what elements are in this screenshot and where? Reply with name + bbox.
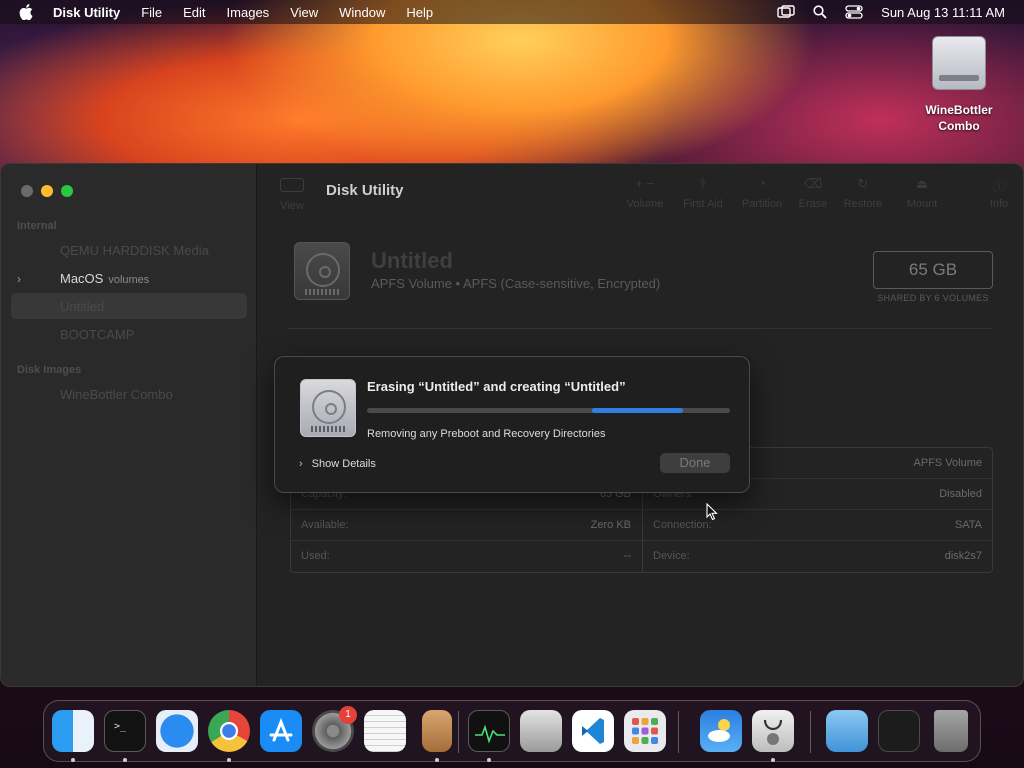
dock: >_ 1 [43,700,981,762]
chevron-right-icon: › [299,458,303,470]
app-store-icon[interactable] [260,710,302,752]
zoom-button[interactable] [61,185,73,197]
dialog-status-text: Removing any Preboot and Recovery Direct… [367,428,606,440]
desktop-icon-winebottler[interactable]: WineBottler Combo [918,36,1000,134]
stethoscope-icon: ⚕ [699,176,707,191]
erase-progress-dialog: Erasing “Untitled” and creating “Untitle… [274,356,750,493]
info-row-available: Available: Zero KB [291,510,641,541]
info-button[interactable]: ⓘ Info [974,176,1023,210]
done-button[interactable]: Done [660,453,730,473]
external-drive-icon [932,36,986,90]
volume-name: Untitled [371,248,453,273]
menu-window[interactable]: Window [339,5,385,20]
launchpad-icon[interactable] [624,710,666,752]
recent-window-thumbnail-icon[interactable] [878,710,920,752]
activity-monitor-icon[interactable] [468,710,510,752]
menu-edit[interactable]: Edit [183,5,205,20]
menu-bar: Disk Utility File Edit Images View Windo… [0,0,1024,24]
mount-icon: ⏏ [915,176,929,191]
progress-bar-fill [592,408,683,413]
disclosure-chevron-icon[interactable]: › [17,272,21,286]
menu-bar-clock[interactable]: Sun Aug 13 11:11 AM [881,5,1005,20]
first-aid-button[interactable]: ⚕ First Aid [678,176,728,210]
info-row-device: Device: disk2s7 [653,550,982,562]
volume-description: APFS Volume • APFS (Case-sensitive, Encr… [371,276,661,291]
applications-folder-icon[interactable] [826,710,868,752]
apple-menu-icon[interactable] [17,4,35,20]
dialog-heading: Erasing “Untitled” and creating “Untitle… [367,379,626,394]
archive-utility-icon[interactable] [422,710,452,752]
partition-icon: ◔ [758,176,766,191]
window-title: Disk Utility [326,182,404,199]
sidebar-item-untitled[interactable]: Untitled [60,299,104,314]
menu-app-name[interactable]: Disk Utility [53,5,120,20]
menu-view[interactable]: View [290,5,318,20]
svg-text:>_: >_ [114,721,127,732]
window-controls [21,185,81,197]
view-toggle-button[interactable] [280,178,304,192]
notification-badge: 1 [339,706,357,724]
volume-button[interactable]: + − Volume [620,176,670,210]
chrome-icon[interactable] [208,710,250,752]
sidebar-item-bootcamp[interactable]: BOOTCAMP [60,327,134,342]
toolbar: View Disk Utility + − Volume ⚕ First Aid ◔… [258,164,1023,218]
partition-button[interactable]: ◔ Partition [737,176,787,210]
minimize-button[interactable] [41,185,53,197]
info-row-connection: Connection: SATA [643,510,992,541]
sidebar-section-internal: Internal [17,220,57,232]
restore-button[interactable]: ↻ Restore [838,176,888,210]
sidebar-selection-highlight [11,293,247,319]
hard-disk-icon [300,379,356,437]
sidebar-section-disk-images: Disk Images [17,364,82,376]
menu-help[interactable]: Help [406,5,433,20]
vscode-icon[interactable] [572,710,614,752]
desktop-icon-label: WineBottler Combo [925,103,993,133]
menu-images[interactable]: Images [227,5,270,20]
erase-icon: ⌫ [803,176,823,191]
volume-size: 65 GB [873,251,993,289]
menu-file[interactable]: File [141,5,162,20]
safari-icon[interactable] [156,710,198,752]
restore-icon: ↻ [857,176,869,191]
volume-disk-icon [294,242,350,300]
mount-button[interactable]: ⏏ Mount [897,176,947,210]
weather-icon[interactable] [700,710,742,752]
show-details-toggle[interactable]: › Show Details [299,458,376,470]
sidebar-item-macos[interactable]: MacOS volumes [60,271,149,286]
sidebar: Internal QEMU HARDDISK Media › MacOS volu… [1,164,257,686]
view-label: View [280,200,304,212]
control-center-icon[interactable] [845,5,863,19]
progress-bar [367,408,730,413]
erase-button[interactable]: ⌫ Erase [788,176,838,210]
divider [288,328,991,329]
sidebar-item-qemu-harddisk[interactable]: QEMU HARDDISK Media [60,243,209,258]
add-remove-icon: + − [635,176,655,191]
screen-mirroring-icon[interactable] [777,5,795,19]
mouse-cursor-icon [706,502,718,526]
info-row-used: Used: -- [301,550,631,562]
disk-utility-icon[interactable] [752,710,794,752]
finder-icon[interactable] [52,710,94,752]
terminal-icon[interactable]: >_ [104,710,146,752]
textedit-icon[interactable] [364,710,406,752]
close-button[interactable] [21,185,33,197]
search-icon[interactable] [813,5,827,19]
trash-icon[interactable] [934,710,968,752]
boot-camp-assistant-icon[interactable] [520,710,562,752]
volume-size-caption: SHARED BY 6 VOLUMES [877,293,989,303]
sidebar-item-winebottler-combo[interactable]: WineBottler Combo [60,387,173,402]
info-icon: ⓘ [992,179,1006,194]
